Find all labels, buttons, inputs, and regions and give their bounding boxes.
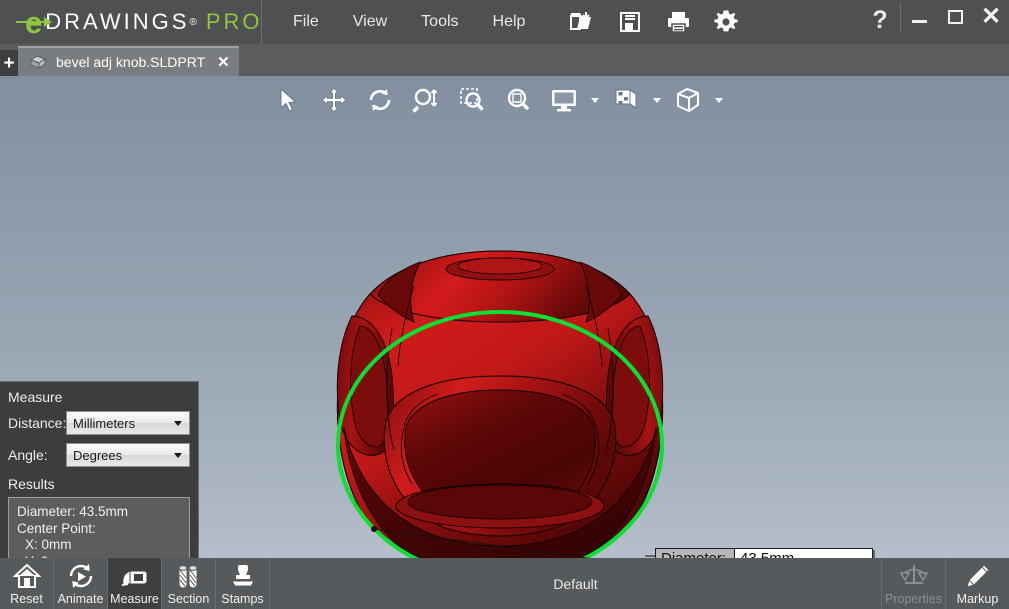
- print-icon[interactable]: [656, 2, 700, 42]
- maximize-icon[interactable]: [937, 2, 973, 32]
- logo-word: DRAWINGS: [45, 9, 189, 35]
- measure-panel: Measure Distance: Millimeters Angle: Deg…: [0, 381, 199, 558]
- callout-key-diameter: Diameter:: [656, 549, 734, 558]
- result-center-point: Center Point:: [17, 521, 181, 538]
- document-tab-bevel-adj-knob[interactable]: bevel adj knob.SLDPRT ✕: [18, 46, 239, 76]
- measure-angle-label: Angle:: [8, 447, 66, 463]
- measure-results-label: Results: [0, 475, 198, 497]
- logo-pro: PRO: [206, 9, 263, 35]
- bottom-tab-stamps-label: Stamps: [221, 592, 263, 606]
- app-logo: e DRAWINGS ® PRO: [0, 0, 262, 44]
- callout-value-diameter: 43.5mm: [734, 549, 872, 558]
- section-icon: [174, 563, 204, 589]
- bottom-toolbar-right: Properties Markup: [881, 558, 1009, 609]
- bottom-tab-markup-label: Markup: [957, 592, 999, 606]
- menu-file[interactable]: File: [276, 7, 336, 37]
- settings-gear-icon[interactable]: [704, 2, 748, 42]
- close-icon[interactable]: ✕: [973, 2, 1009, 32]
- result-x: X: 0mm: [17, 537, 181, 554]
- minimize-icon[interactable]: [901, 2, 937, 32]
- status-text: Default: [270, 558, 881, 609]
- bottom-tab-measure-label: Measure: [110, 592, 159, 606]
- measure-distance-row: Distance: Millimeters: [0, 411, 198, 443]
- title-bar: e DRAWINGS ® PRO File View Tools Help: [0, 0, 1009, 44]
- angle-chevron-down-icon: [174, 453, 182, 458]
- home-icon: [13, 563, 41, 589]
- callout-row: Diameter: 43.5mm: [656, 549, 872, 558]
- part-document-icon: [28, 54, 48, 70]
- measure-angle-row: Angle: Degrees: [0, 443, 198, 475]
- result-diameter: Diameter: 43.5mm: [17, 504, 181, 521]
- save-icon[interactable]: [608, 2, 652, 42]
- document-tab-label: bevel adj knob.SLDPRT: [56, 54, 205, 70]
- bottom-toolbar: Reset Animate Measure: [0, 558, 1009, 609]
- measure-tape-icon: [120, 563, 150, 589]
- menu-bar: File View Tools Help: [262, 0, 542, 44]
- edrawings-window: e DRAWINGS ® PRO File View Tools Help: [0, 0, 1009, 609]
- bottom-tab-properties-label: Properties: [885, 592, 942, 606]
- new-tab-button[interactable]: +: [0, 50, 18, 76]
- menu-view[interactable]: View: [336, 7, 404, 37]
- stamp-icon: [229, 563, 257, 589]
- measure-panel-title: Measure: [0, 382, 198, 411]
- tab-strip: + bevel adj knob.SLDPRT ✕: [0, 44, 1009, 76]
- pencil-icon: [964, 563, 992, 589]
- measurement-callout[interactable]: Diameter: 43.5mm Center: 0mm,0mm,0mm: [655, 548, 873, 558]
- open-icon[interactable]: [560, 2, 604, 42]
- menu-help[interactable]: Help: [476, 7, 543, 37]
- logo-registered: ®: [189, 17, 196, 28]
- scales-icon: [899, 563, 929, 589]
- measure-angle-units-value: Degrees: [73, 448, 122, 463]
- bottom-tab-reset-label: Reset: [10, 592, 43, 606]
- bottom-tab-markup[interactable]: Markup: [945, 558, 1009, 609]
- measure-distance-units-value: Millimeters: [73, 416, 135, 431]
- measure-angle-units-select[interactable]: Degrees: [66, 443, 190, 467]
- measure-results-box: Diameter: 43.5mm Center Point: X: 0mm Y:…: [8, 497, 190, 558]
- window-controls: ✕: [900, 2, 1009, 32]
- measure-distance-units-select[interactable]: Millimeters: [66, 411, 190, 435]
- help-button[interactable]: ?: [860, 0, 900, 40]
- measure-distance-label: Distance:: [8, 415, 66, 431]
- bottom-tab-section-label: Section: [168, 592, 210, 606]
- bottom-tab-properties[interactable]: Properties: [881, 558, 945, 609]
- bottom-tab-stamps[interactable]: Stamps: [216, 558, 270, 609]
- title-toolbar: [560, 0, 748, 44]
- document-tab-close-icon[interactable]: ✕: [217, 53, 230, 71]
- model-viewport[interactable]: Measure Distance: Millimeters Angle: Deg…: [0, 76, 1009, 558]
- bottom-tab-section[interactable]: Section: [162, 558, 216, 609]
- bottom-tab-reset[interactable]: Reset: [0, 558, 54, 609]
- animate-icon: [67, 563, 95, 589]
- bottom-tab-animate-label: Animate: [58, 592, 104, 606]
- bottom-tab-animate[interactable]: Animate: [54, 558, 108, 609]
- distance-chevron-down-icon: [174, 421, 182, 426]
- bottom-tab-measure[interactable]: Measure: [108, 558, 162, 609]
- menu-tools[interactable]: Tools: [404, 7, 475, 37]
